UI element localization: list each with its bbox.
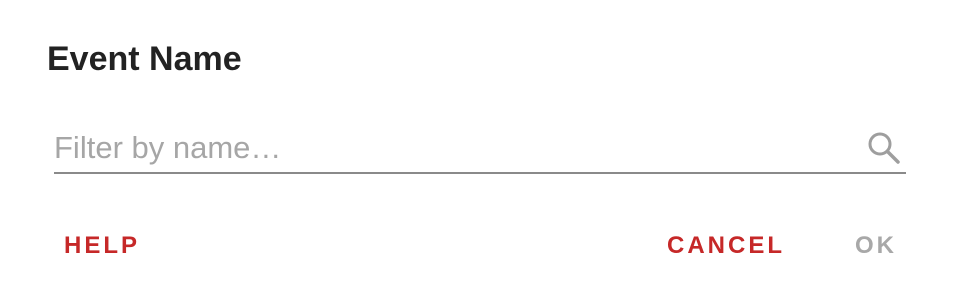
event-name-dialog: Event Name HELP CANCEL OK [0, 0, 960, 299]
cancel-button[interactable]: CANCEL [667, 230, 785, 262]
search-field[interactable] [54, 122, 906, 174]
search-input[interactable] [54, 128, 844, 168]
ok-button[interactable]: OK [855, 230, 897, 262]
help-button[interactable]: HELP [64, 230, 140, 262]
search-icon[interactable] [866, 130, 902, 166]
dialog-title: Event Name [47, 40, 242, 78]
